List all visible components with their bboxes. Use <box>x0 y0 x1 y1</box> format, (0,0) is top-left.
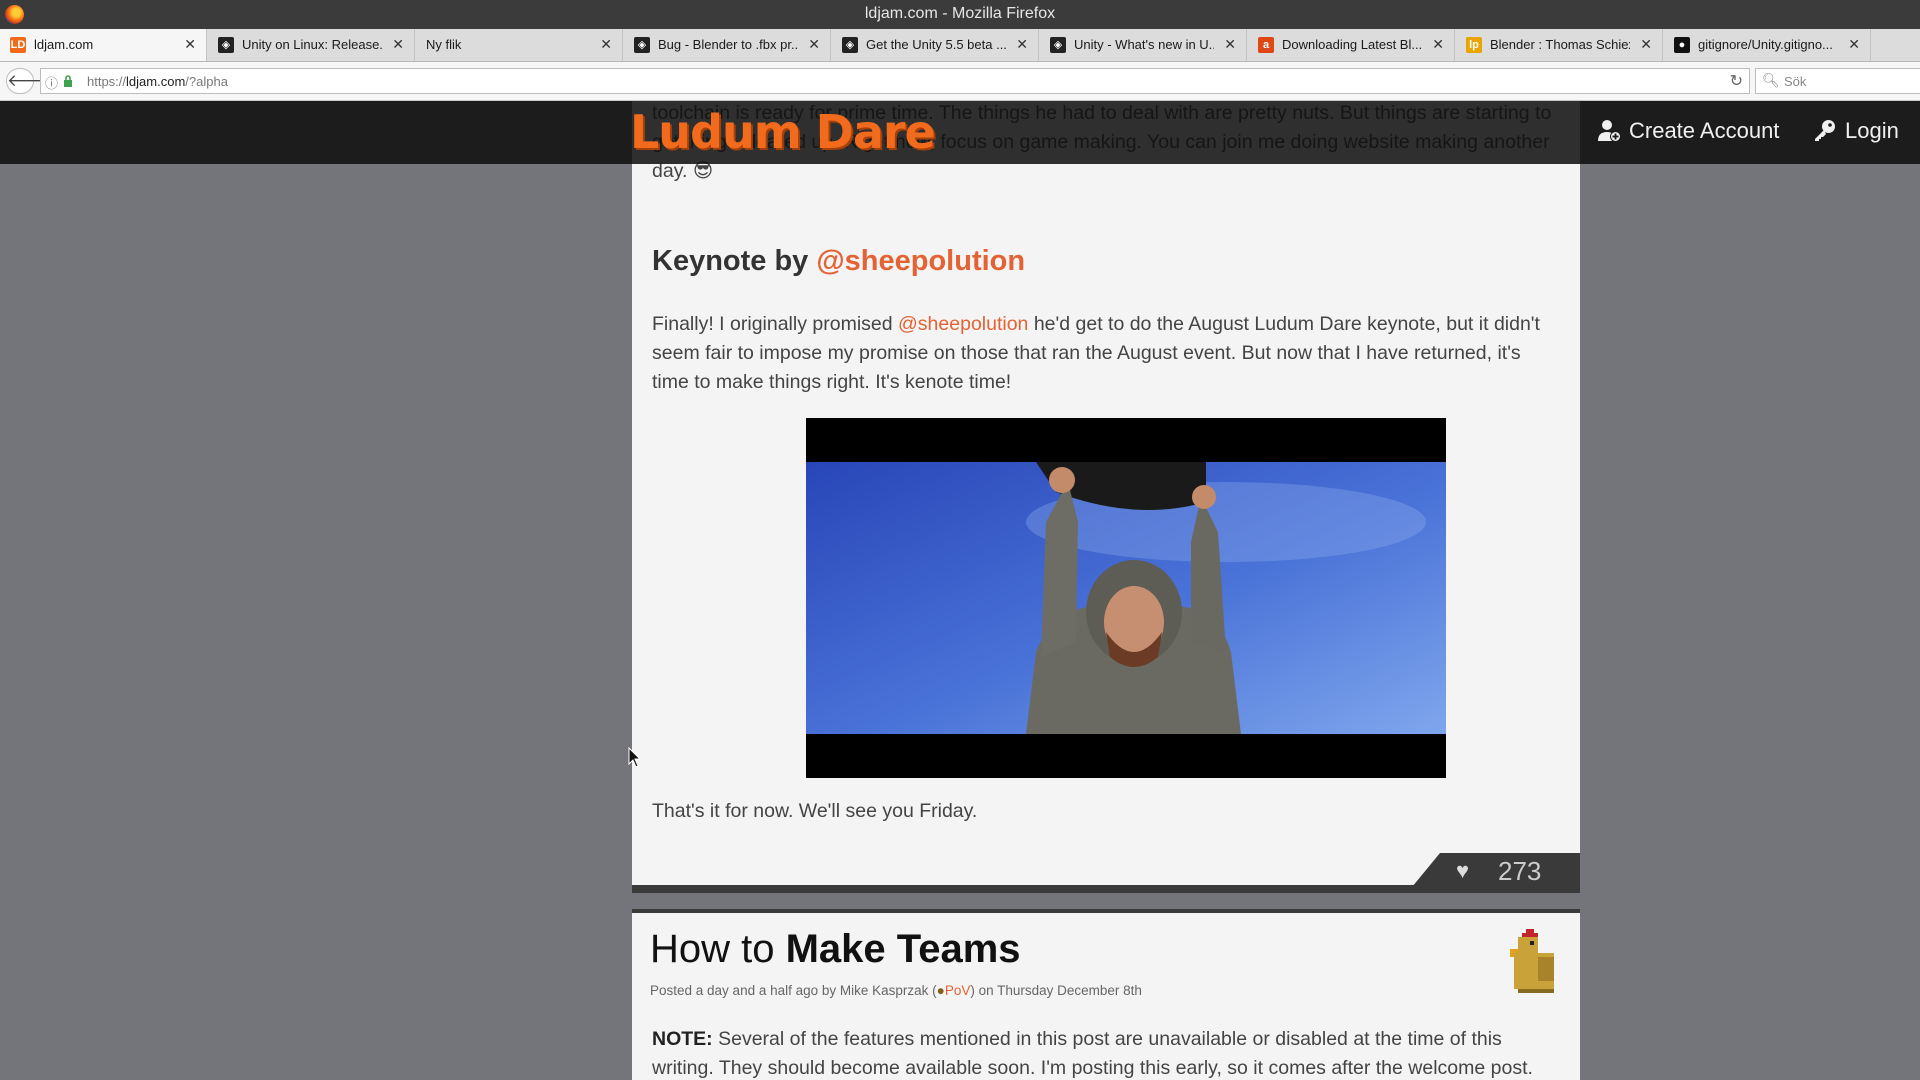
tab-label: Downloading Latest Bl... <box>1282 37 1422 52</box>
url-path: /?alpha <box>185 74 228 89</box>
tab-label: Blender : Thomas Schiex <box>1490 37 1630 52</box>
close-tab-icon[interactable]: ✕ <box>184 36 196 53</box>
close-tab-icon[interactable]: ✕ <box>1016 36 1028 53</box>
back-button[interactable]: 🡐 <box>6 68 53 94</box>
tab-label: Ny flik <box>426 37 462 52</box>
tab-label: Get the Unity 5.5 beta ... <box>866 37 1006 52</box>
login-button[interactable]: Login <box>1813 118 1899 144</box>
title-text: How to <box>650 927 786 971</box>
tab-label: Unity on Linux: Release... <box>242 37 382 52</box>
paragraph-text: Several of the features mentioned in thi… <box>652 1028 1533 1079</box>
page-viewport[interactable]: also the first major contribution to the… <box>0 101 1920 1080</box>
meta-text: ) on Thursday December 8th <box>970 983 1142 998</box>
browser-tab[interactable]: ◈ Get the Unity 5.5 beta ... ✕ <box>832 29 1039 61</box>
mouse-cursor-icon <box>628 747 642 768</box>
section-heading: Keynote by @sheepolution <box>652 247 1025 276</box>
close-tab-icon[interactable]: ✕ <box>1224 36 1236 53</box>
github-favicon-icon: ● <box>1674 37 1690 53</box>
post-title[interactable]: How to Make Teams <box>650 927 1021 972</box>
create-account-label: Create Account <box>1629 118 1780 143</box>
unity-favicon-icon: ◈ <box>842 37 858 53</box>
close-tab-icon[interactable]: ✕ <box>1640 36 1652 53</box>
poop-icon: ● <box>936 983 945 998</box>
user-mention-link[interactable]: @sheepolution <box>816 245 1025 277</box>
close-tab-icon[interactable]: ✕ <box>808 36 820 53</box>
window-title: ldjam.com - Mozilla Firefox <box>864 5 1056 22</box>
browser-tab[interactable]: lp Blender : Thomas Schiex ✕ <box>1456 29 1663 61</box>
like-count: 273 <box>1498 856 1542 886</box>
search-bar[interactable]: 🔍︎ Sök <box>1755 68 1920 94</box>
meta-text: Posted a day and a half ago by Mike Kasp… <box>650 983 937 998</box>
browser-tab[interactable]: LD ldjam.com ✕ <box>0 29 207 61</box>
url-scheme: https:// <box>87 74 127 89</box>
browser-tab[interactable]: ● gitignore/Unity.gitigno... ✕ <box>1664 29 1871 61</box>
browser-tab[interactable]: ◈ Unity on Linux: Release... ✕ <box>208 29 415 61</box>
post-paragraph: That's it for now. We'll see you Friday. <box>652 800 978 822</box>
browser-tab[interactable]: ◈ Unity - What's new in U... ✕ <box>1040 29 1247 61</box>
url-host: ldjam.com <box>126 74 186 89</box>
close-tab-icon[interactable]: ✕ <box>1848 36 1860 53</box>
create-account-button[interactable]: Create Account <box>1597 118 1779 144</box>
site-info-icon[interactable]: ⓘ <box>45 73 58 92</box>
paragraph-text: Finally! I originally promised <box>652 313 899 335</box>
site-header: Ludum Dare Create Account Login <box>0 101 1920 164</box>
navigation-toolbar: 🡐 ⓘ https://ldjam.com/?alpha ↻ 🔍︎ Sök <box>0 62 1920 101</box>
browser-tab[interactable]: a Downloading Latest Bl... ✕ <box>1248 29 1455 61</box>
heading-text: Keynote by <box>652 245 817 277</box>
key-icon <box>1815 120 1835 141</box>
url-bar[interactable]: ⓘ https://ldjam.com/?alpha ↻ <box>40 68 1750 94</box>
tab-label: ldjam.com <box>34 37 94 52</box>
browser-tab[interactable]: Ny flik ✕ <box>416 29 623 61</box>
askubuntu-favicon-icon: a <box>1258 37 1274 53</box>
video-thumbnail <box>806 462 1446 734</box>
unity-favicon-icon: ◈ <box>1050 37 1066 53</box>
lock-icon <box>64 75 72 87</box>
unity-favicon-icon: ◈ <box>634 37 650 53</box>
launchpad-favicon-icon: lp <box>1466 37 1482 53</box>
close-tab-icon[interactable]: ✕ <box>1432 36 1444 53</box>
close-tab-icon[interactable]: ✕ <box>392 36 404 53</box>
blog-post: How to Make Teams Posted a day and a hal… <box>632 909 1580 1080</box>
user-mention-link[interactable]: @sheepolution <box>898 313 1028 335</box>
reload-icon[interactable]: ↻ <box>1730 71 1743 91</box>
note-label: NOTE: <box>652 1028 713 1050</box>
add-user-icon <box>1598 120 1621 142</box>
unity-favicon-icon: ◈ <box>218 37 234 53</box>
url-text[interactable]: https://ldjam.com/?alpha <box>87 74 228 89</box>
search-placeholder: Sök <box>1784 74 1807 89</box>
heart-icon: ♥ <box>1456 858 1470 883</box>
browser-tab[interactable]: ◈ Bug - Blender to .fbx pr... ✕ <box>624 29 831 61</box>
blog-post: also the first major contribution to the… <box>632 101 1580 885</box>
embedded-video[interactable] <box>806 418 1446 778</box>
ludum-dare-logo[interactable]: Ludum Dare <box>630 105 936 159</box>
title-text-bold: Make Teams <box>785 927 1021 971</box>
author-badge-link[interactable]: PoV <box>945 983 971 998</box>
close-tab-icon[interactable]: ✕ <box>600 36 612 53</box>
author-avatar-chicken-icon[interactable] <box>1498 929 1562 993</box>
post-paragraph: NOTE: Several of the features mentioned … <box>652 1025 1562 1080</box>
like-button[interactable]: ♥ 273 <box>1412 853 1580 887</box>
ludum-dare-favicon-icon: LD <box>10 37 26 53</box>
tab-strip: LD ldjam.com ✕ ◈ Unity on Linux: Release... ✕… <box>0 29 1920 62</box>
search-icon: 🔍︎ <box>1762 72 1780 88</box>
tab-label: Unity - What's new in U... <box>1074 37 1214 52</box>
window-titlebar: ldjam.com - Mozilla Firefox <box>0 0 1920 29</box>
post-meta: Posted a day and a half ago by Mike Kasp… <box>650 983 1142 998</box>
tab-label: Bug - Blender to .fbx pr... <box>658 37 798 52</box>
post-paragraph: Finally! I originally promised @sheepolu… <box>652 310 1562 397</box>
tab-label: gitignore/Unity.gitigno... <box>1698 37 1833 52</box>
login-label: Login <box>1845 118 1899 143</box>
